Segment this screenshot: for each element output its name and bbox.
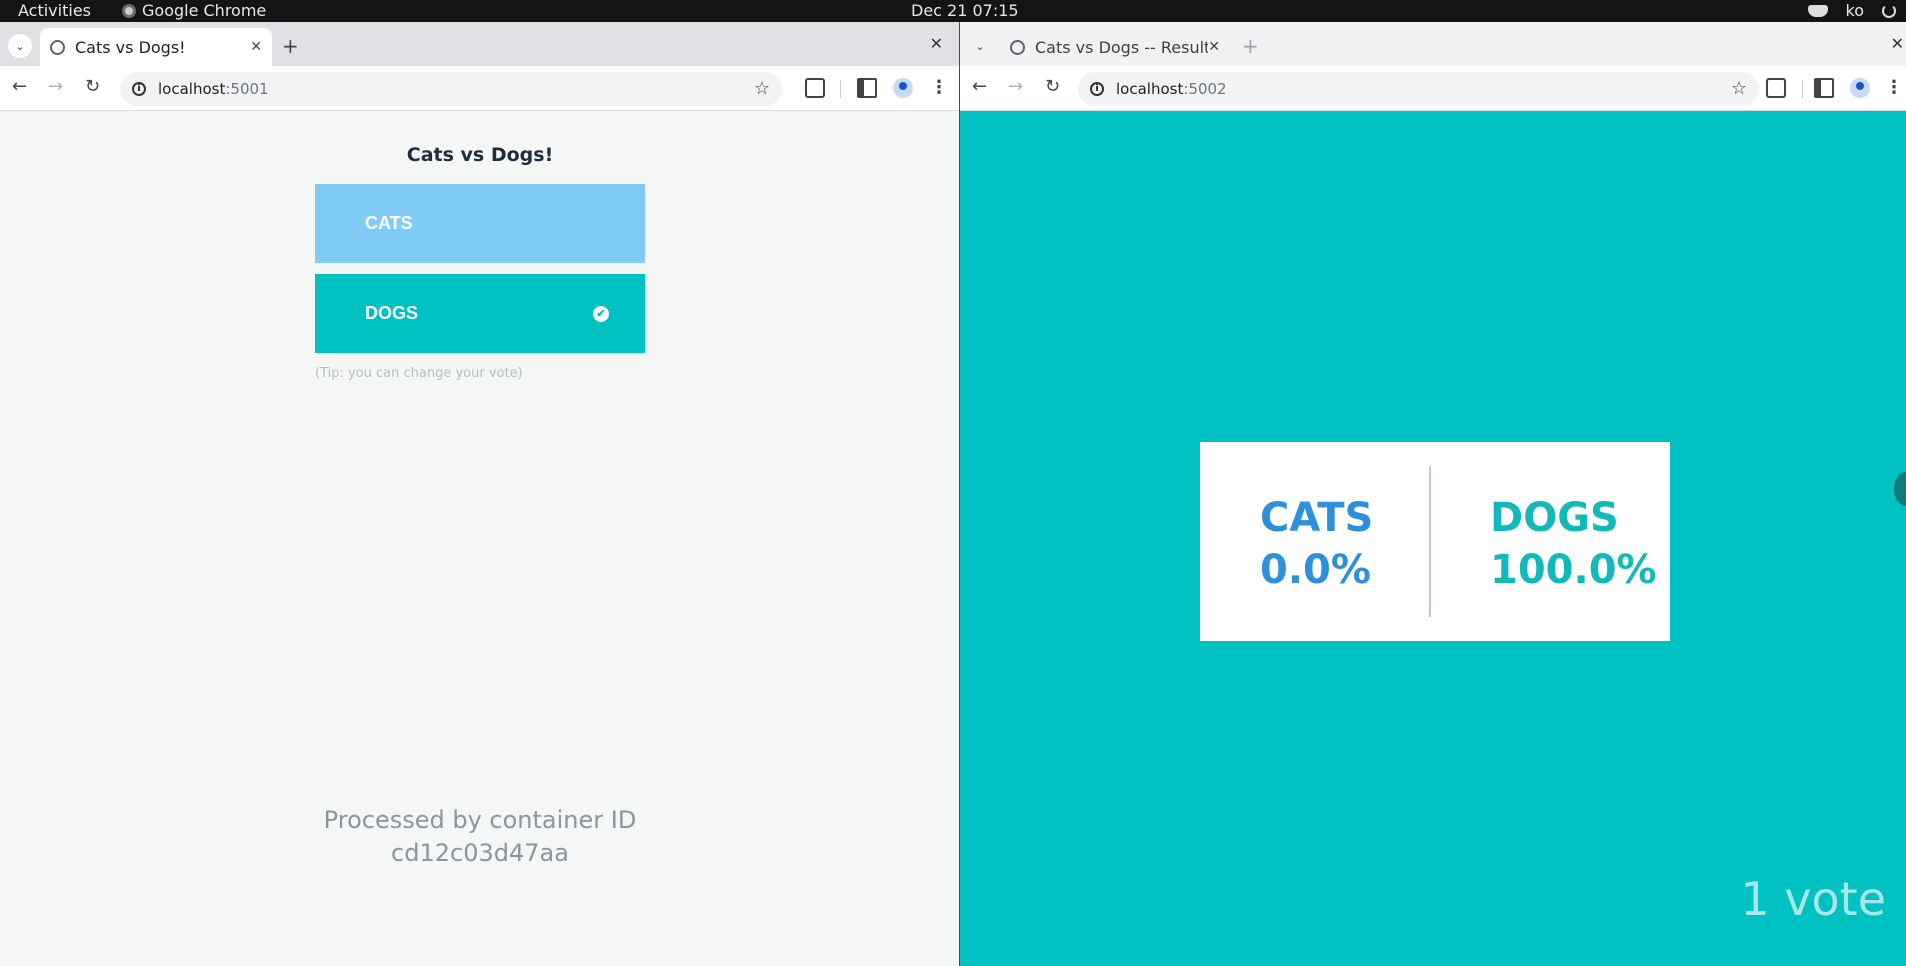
power-icon[interactable]	[1882, 3, 1896, 18]
tab-strip: ⌄ Cats vs Dogs -- Result ✕ + ✕	[960, 22, 1906, 66]
tip-text: (Tip: you can change your vote)	[315, 366, 523, 381]
cats-result-label: CATS	[1260, 495, 1374, 541]
close-tab-icon[interactable]: ✕	[1208, 39, 1220, 55]
cats-result: CATS 0.0%	[1260, 492, 1373, 596]
address-bar[interactable]: i localhost:5001 ☆	[120, 72, 782, 106]
toolbar-separator	[840, 80, 841, 98]
toolbar-separator	[1802, 80, 1803, 98]
clock[interactable]: Dec 21 07:15	[911, 1, 1019, 20]
vote-cats-label: CATS	[365, 213, 413, 233]
reload-button[interactable]: ↻	[85, 76, 100, 97]
menu-kebab-icon[interactable]: ⋮	[929, 78, 949, 98]
vote-count: 1 vote	[1740, 872, 1886, 926]
close-tab-icon[interactable]: ✕	[250, 39, 262, 55]
dogs-result-percent: 100.0%	[1490, 547, 1657, 593]
docker-icon[interactable]	[1807, 4, 1828, 17]
close-window-button[interactable]: ✕	[1891, 34, 1904, 53]
container-id: cd12c03d47aa	[391, 839, 569, 867]
tab-result[interactable]: Cats vs Dogs -- Result ✕	[1000, 28, 1230, 66]
back-button[interactable]: ←	[972, 76, 987, 97]
profile-avatar[interactable]	[1850, 78, 1870, 98]
tab-vote[interactable]: Cats vs Dogs! ✕	[40, 28, 272, 66]
vote-browser-window: ⌄ Cats vs Dogs! ✕ + ✕ ← → ↻ i localhost:…	[0, 22, 960, 966]
back-button[interactable]: ←	[12, 76, 27, 97]
chrome-icon	[122, 3, 136, 18]
system-top-bar: Activities Google Chrome Dec 21 07:15 ko	[0, 0, 1906, 22]
bookmark-star-icon[interactable]: ☆	[754, 78, 770, 99]
side-panel-handle[interactable]	[1894, 472, 1906, 506]
result-page: CATS 0.0% DOGS 100.0% 1 vote	[960, 112, 1906, 966]
app-menu[interactable]: Google Chrome	[122, 1, 266, 20]
site-info-icon[interactable]: i	[132, 82, 146, 96]
result-divider	[1429, 466, 1431, 617]
app-menu-label: Google Chrome	[142, 1, 267, 20]
new-tab-button[interactable]: +	[282, 34, 299, 58]
extensions-icon[interactable]	[805, 78, 825, 98]
address-bar[interactable]: i localhost:5002 ☆	[1078, 72, 1759, 106]
forward-button[interactable]: →	[1008, 76, 1023, 97]
url-port: :5002	[1183, 80, 1227, 98]
side-panel-icon[interactable]	[857, 78, 877, 98]
close-window-button[interactable]: ✕	[930, 34, 943, 53]
profile-avatar[interactable]	[893, 78, 913, 98]
forward-button[interactable]: →	[48, 76, 63, 97]
page-title: Cats vs Dogs!	[406, 144, 554, 166]
activities-button[interactable]: Activities	[18, 1, 91, 20]
processed-label: Processed by container ID	[323, 806, 637, 834]
menu-kebab-icon[interactable]: ⋮	[1884, 78, 1904, 98]
cats-result-percent: 0.0%	[1260, 547, 1371, 593]
vote-dogs-button[interactable]: DOGS ✔	[315, 274, 645, 353]
reload-button[interactable]: ↻	[1045, 76, 1060, 97]
result-card: CATS 0.0% DOGS 100.0%	[1200, 442, 1670, 641]
side-panel-icon[interactable]	[1814, 78, 1834, 98]
result-browser-window: ⌄ Cats vs Dogs -- Result ✕ + ✕ ← → ↻ i l…	[960, 22, 1906, 966]
tab-search-button[interactable]: ⌄	[8, 34, 32, 58]
tab-title: Cats vs Dogs -- Result	[1035, 37, 1209, 57]
site-info-icon[interactable]: i	[1090, 82, 1104, 96]
system-tray[interactable]: ko	[1807, 1, 1896, 20]
dogs-result: DOGS 100.0%	[1490, 492, 1657, 596]
browser-toolbar: ← → ↻ i localhost:5001 ☆ ⋮	[0, 66, 959, 111]
vote-page: Cats vs Dogs! CATS DOGS ✔ (Tip: you can …	[0, 112, 959, 966]
dogs-result-label: DOGS	[1490, 495, 1619, 541]
user-label[interactable]: ko	[1846, 1, 1864, 20]
selected-check-icon: ✔	[593, 306, 609, 322]
globe-icon	[50, 39, 65, 55]
globe-icon	[1010, 39, 1025, 55]
tab-search-button[interactable]: ⌄	[968, 34, 992, 58]
container-id-footer: Processed by container ID cd12c03d47aa	[0, 804, 959, 870]
extensions-icon[interactable]	[1766, 78, 1786, 98]
tab-strip: ⌄ Cats vs Dogs! ✕ + ✕	[0, 22, 959, 66]
new-tab-button[interactable]: +	[1242, 34, 1259, 58]
url-port: :5001	[225, 80, 269, 98]
url-host: localhost	[158, 80, 226, 98]
vote-cats-button[interactable]: CATS	[315, 184, 645, 263]
browser-toolbar: ← → ↻ i localhost:5002 ☆ ⋮	[960, 66, 1906, 111]
vote-dogs-label: DOGS	[365, 303, 419, 323]
bookmark-star-icon[interactable]: ☆	[1731, 78, 1747, 99]
url-host: localhost	[1116, 80, 1184, 98]
tab-title: Cats vs Dogs!	[75, 37, 186, 57]
